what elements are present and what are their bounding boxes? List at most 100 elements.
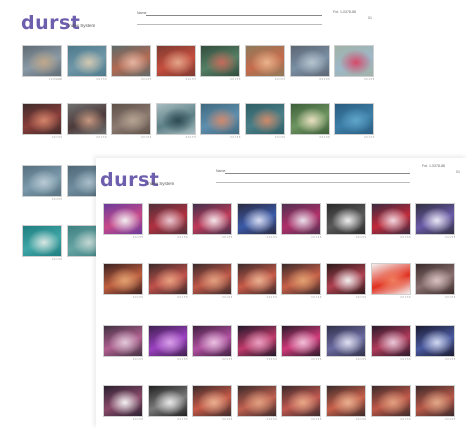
photo-thumbnail[interactable]: 0 0 1 5 5: [22, 225, 62, 265]
photo-image: [155, 45, 196, 77]
photo-caption: 0 0 1 5 5: [177, 358, 188, 361]
search-field[interactable]: [146, 15, 322, 16]
photo-image: [147, 263, 188, 295]
photo-thumbnail[interactable]: 0 0 1 5 5: [147, 263, 188, 303]
photo-image: [370, 325, 411, 357]
photo-thumbnail[interactable]: 0 0 1 5 5: [22, 165, 62, 205]
photo-thumbnail[interactable]: 0 0 1 5 5: [103, 385, 143, 425]
photo-thumbnail[interactable]: 0 0 1 5 5: [147, 385, 188, 425]
photo-image: [147, 385, 188, 417]
photo-thumbnail[interactable]: 0 0 1 5 5: [192, 263, 233, 303]
photo-image: [326, 325, 366, 357]
photo-thumbnail[interactable]: 0 0 1 5 5: [103, 203, 143, 243]
photo-thumbnail[interactable]: 0 0 1 5 5: [236, 325, 277, 365]
photo-thumbnail[interactable]: 0 0 1 5 5: [370, 203, 411, 243]
photo-caption: 0 0 1 5 5: [177, 296, 188, 299]
photo-thumbnail[interactable]: 0 0 1 5 5: [192, 325, 233, 365]
photo-thumbnail[interactable]: 0 0 1 5 5: [66, 45, 107, 85]
photo-image: [281, 325, 322, 357]
photo-image: [22, 225, 62, 257]
photo-thumbnail[interactable]: 0 0 1 5 5: [111, 45, 152, 85]
photo-thumbnail[interactable]: 0 0 1 5 5: [236, 385, 277, 425]
photo-image: [236, 263, 277, 295]
photo-caption: 0 0 1 5 5: [266, 358, 277, 361]
photo-caption: 0 0 1 5 5: [274, 136, 285, 139]
photo-image: [415, 203, 456, 235]
photo-image: [200, 45, 241, 77]
photo-thumbnail[interactable]: 0 0 1 5 5: [370, 263, 411, 303]
photo-thumbnail[interactable]: 0 0 1 5 5: [370, 325, 411, 365]
photo-thumbnail[interactable]: 0 0 1 5 5: [111, 103, 152, 143]
photo-thumbnail[interactable]: 0 0 1 5 5: [281, 325, 322, 365]
photo-thumbnail[interactable]: 0 0 1 5 5: [415, 325, 456, 365]
photo-thumbnail[interactable]: 0 0 1 5 5: [22, 103, 62, 143]
photo-image: [103, 263, 143, 295]
photo-caption: 0 0 1 5 5: [222, 418, 233, 421]
photo-thumbnail[interactable]: 0 0 1 5 5: [103, 325, 143, 365]
photo-caption: 0 0 1 5 5: [132, 418, 143, 421]
photo-image: [200, 103, 241, 135]
photo-image: [147, 203, 188, 235]
photo-thumbnail[interactable]: 0 0 1 5 5: [192, 203, 233, 243]
photo-image: [281, 263, 322, 295]
photo-caption: 0 0 1 5 5: [96, 78, 107, 81]
photo-thumbnail[interactable]: 0 0 1 5 5: [200, 45, 241, 85]
photo-image: [370, 203, 411, 235]
photo-thumbnail[interactable]: 1 2 0 9-000: [22, 45, 62, 85]
photo-image: [415, 385, 456, 417]
photo-image: [245, 103, 285, 135]
photo-thumbnail[interactable]: 0 0 1 5 5: [281, 263, 322, 303]
photo-caption: 0 0 1 5 5: [400, 358, 411, 361]
photo-thumbnail[interactable]: 0 0 1 5 5: [236, 203, 277, 243]
photo-caption: 0 0 1 5 5: [274, 78, 285, 81]
photo-thumbnail[interactable]: 0 0 1 5 5: [103, 263, 143, 303]
photo-thumbnail[interactable]: 0 0 1 5 5: [66, 103, 107, 143]
photo-caption: 0 0 1 5 5: [266, 236, 277, 239]
photo-thumbnail[interactable]: 0 0 1 5 5: [289, 103, 330, 143]
photo-thumbnail[interactable]: 0 0 1 5 5: [415, 263, 456, 303]
search-underline: [216, 182, 410, 183]
photo-thumbnail[interactable]: 0 0 1 5 5: [370, 385, 411, 425]
photo-thumbnail[interactable]: 0 0 1 5 5: [281, 203, 322, 243]
meta-line2: 01: [368, 16, 372, 20]
photo-thumbnail[interactable]: 0 0 1 5 5: [236, 263, 277, 303]
photo-caption: 0 0 1 5 5: [445, 236, 456, 239]
photo-thumbnail[interactable]: 0 0 1 5 5: [155, 45, 196, 85]
search-field[interactable]: [225, 173, 410, 174]
photo-image: [192, 263, 233, 295]
photo-image: [192, 385, 233, 417]
photo-thumbnail[interactable]: 0 0 1 5 5: [147, 325, 188, 365]
photo-caption: 0 0 1 5 5: [311, 418, 322, 421]
photo-image: [236, 385, 277, 417]
photo-thumbnail[interactable]: 0 0 1 5 5: [326, 263, 366, 303]
photo-thumbnail[interactable]: 0 0 1 5 5: [155, 103, 196, 143]
photo-image: [111, 103, 152, 135]
photo-caption: 0 0 1 5 5: [51, 198, 62, 201]
photo-thumbnail[interactable]: 0 0 1 5 5: [200, 103, 241, 143]
photo-image: [289, 103, 330, 135]
photo-thumbnail[interactable]: 0 0 1 5 5: [326, 203, 366, 243]
photo-image: [334, 45, 375, 77]
photo-thumbnail[interactable]: 0 0 1 5 5: [192, 385, 233, 425]
photo-image: [111, 45, 152, 77]
photo-thumbnail[interactable]: 0 0 1 5 5: [415, 385, 456, 425]
photo-image: [236, 203, 277, 235]
photo-thumbnail[interactable]: 0 0 1 5 5: [415, 203, 456, 243]
photo-image: [415, 263, 456, 295]
photo-thumbnail[interactable]: 0 0 1 5 5: [281, 385, 322, 425]
photo-thumbnail[interactable]: 0 0 1 5 5: [245, 103, 285, 143]
photo-caption: 0 0 1 5 5: [311, 296, 322, 299]
photo-thumbnail[interactable]: 0 0 1 5 5: [147, 203, 188, 243]
photo-image: [147, 325, 188, 357]
photo-thumbnail[interactable]: 0 0 1 5 5: [289, 45, 330, 85]
photo-image: [370, 385, 411, 417]
photo-thumbnail[interactable]: 0 0 1 5 5: [245, 45, 285, 85]
photo-thumbnail[interactable]: 0 0 1 5 5: [334, 45, 375, 85]
photo-thumbnail[interactable]: 0 0 1 5 5: [334, 103, 375, 143]
photo-thumbnail[interactable]: 0 0 1 5 5: [326, 385, 366, 425]
photo-caption: 0 0 1 5 5: [364, 136, 375, 139]
photo-image: [22, 165, 62, 197]
photo-caption: 1 2 0 9-000: [48, 78, 62, 81]
photo-thumbnail[interactable]: 0 0 1 5 5: [326, 325, 366, 365]
photo-image: [236, 325, 277, 357]
